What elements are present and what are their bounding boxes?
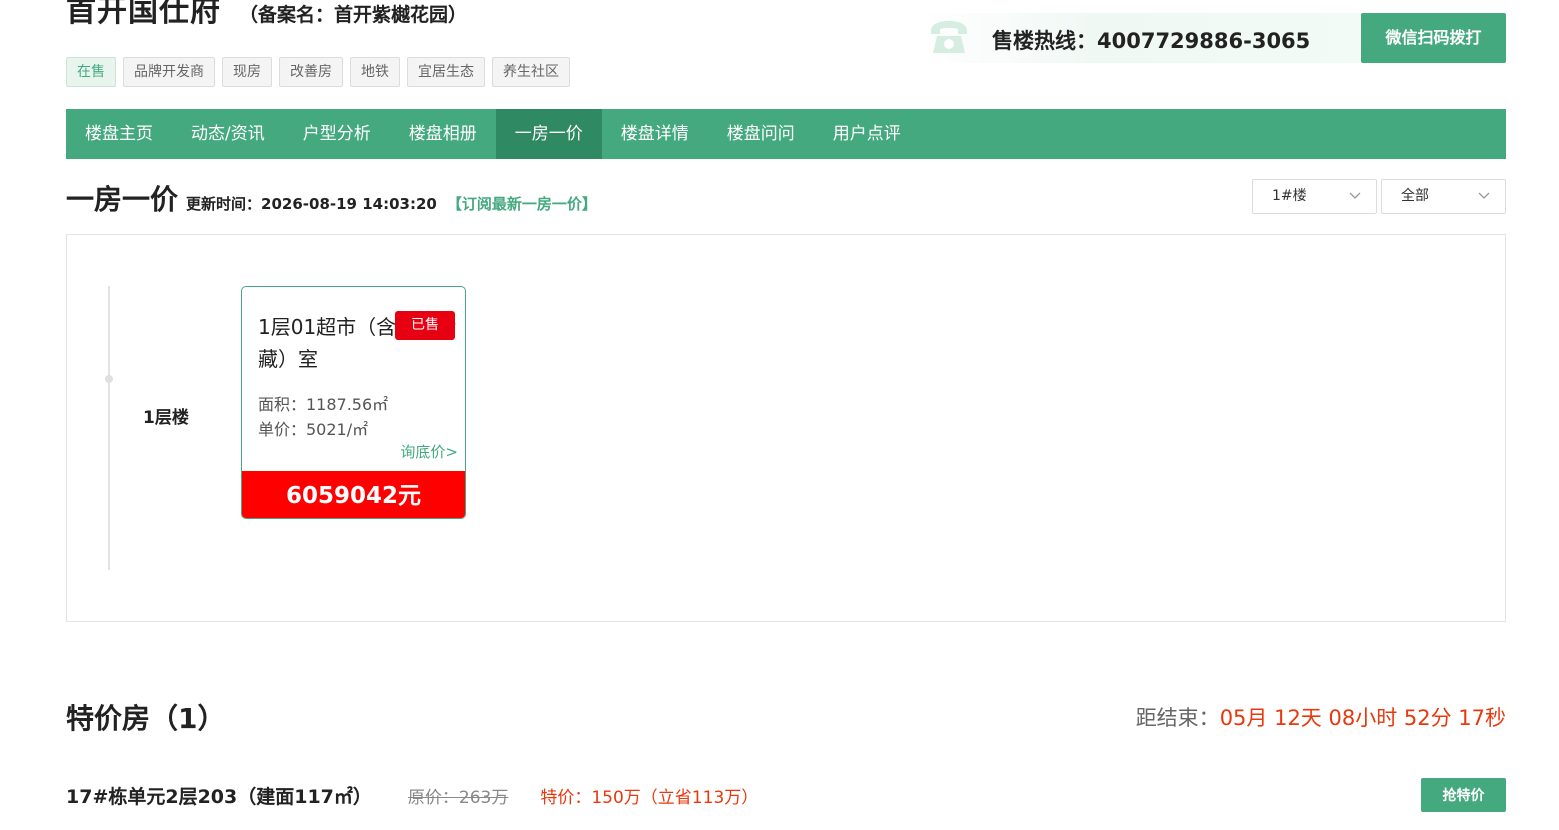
tab-reviews[interactable]: 用户点评 bbox=[814, 109, 920, 159]
grab-special-button[interactable]: 抢特价 bbox=[1421, 778, 1506, 812]
wechat-dial-button[interactable]: 微信扫码拨打 bbox=[1361, 13, 1506, 63]
room-card[interactable]: 1层01超市（含间、储藏）室 已售 面积：1187.56㎡ 单价：5021/㎡ … bbox=[241, 286, 466, 519]
subscribe-link[interactable]: 【订阅最新一房一价】 bbox=[447, 193, 597, 214]
hotline-text: 售楼热线：4007729886-3065 bbox=[992, 25, 1310, 55]
type-select-value: 全部 bbox=[1401, 188, 1429, 204]
type-select[interactable]: 全部 bbox=[1381, 179, 1506, 214]
tag-wellness-community: 养生社区 bbox=[492, 57, 570, 87]
status-badge: 已售 bbox=[395, 311, 455, 340]
countdown: 距结束：05月 12天 08小时 52分 17秒 bbox=[1136, 702, 1506, 732]
record-name: （备案名：首开紫樾花园） bbox=[239, 4, 468, 26]
tab-news[interactable]: 动态/资讯 bbox=[172, 109, 284, 159]
tag-subway: 地铁 bbox=[350, 57, 400, 87]
phone-icon bbox=[931, 21, 967, 53]
tab-qa[interactable]: 楼盘问问 bbox=[708, 109, 814, 159]
project-header: 首开国仕府 （备案名：首开紫樾花园） bbox=[66, 0, 467, 30]
tag-brand-developer: 品牌开发商 bbox=[123, 57, 215, 87]
original-price-label: 原价： bbox=[407, 788, 459, 808]
chevron-down-icon bbox=[1349, 192, 1361, 199]
ask-lowest-price-link[interactable]: 询底价> bbox=[400, 441, 458, 462]
price-section-header: 一房一价 更新时间：2026-08-19 14:03:20 【订阅最新一房一价】 bbox=[66, 178, 597, 218]
project-name: 首开国仕府 bbox=[66, 0, 221, 29]
update-time-value: 2026-08-19 14:03:20 bbox=[261, 195, 437, 213]
update-time-label: 更新时间： bbox=[186, 195, 262, 213]
tag-livable-eco: 宜居生态 bbox=[407, 57, 485, 87]
building-select[interactable]: 1#楼 bbox=[1252, 179, 1377, 214]
special-price: 特价：150万（立省113万） bbox=[540, 788, 759, 808]
tab-details[interactable]: 楼盘详情 bbox=[602, 109, 708, 159]
section-title: 一房一价 bbox=[66, 183, 179, 216]
tag-ready-house: 现房 bbox=[222, 57, 272, 87]
original-price-value: 263万 bbox=[458, 788, 509, 808]
hotline-number: 4007729886-3065 bbox=[1097, 29, 1311, 53]
original-price: 原价：263万 bbox=[408, 783, 508, 808]
tag-list: 在售 品牌开发商 现房 改善房 地铁 宜居生态 养生社区 bbox=[66, 57, 570, 87]
hotline-box: 售楼热线：4007729886-3065 bbox=[920, 13, 1360, 63]
room-total-price: 6059042元 bbox=[242, 471, 465, 518]
price-list-panel: 1层楼 1层01超市（含间、储藏）室 已售 面积：1187.56㎡ 单价：502… bbox=[66, 234, 1506, 622]
tab-price-list[interactable]: 一房一价 bbox=[495, 109, 602, 159]
floor-label: 1层楼 bbox=[143, 408, 189, 428]
main-nav: 楼盘主页 动态/资讯 户型分析 楼盘相册 一房一价 楼盘详情 楼盘问问 用户点评 bbox=[66, 109, 1506, 159]
tab-album[interactable]: 楼盘相册 bbox=[390, 109, 496, 159]
floor-timeline-line bbox=[108, 286, 110, 570]
floor-timeline-dot bbox=[105, 375, 113, 383]
special-item-row: 17#栋单元2层203（建面117㎡） 原价：263万 特价：150万（立省11… bbox=[66, 782, 758, 809]
chevron-down-icon bbox=[1478, 192, 1490, 199]
update-time: 更新时间：2026-08-19 14:03:20 bbox=[186, 193, 437, 214]
tab-floor-plans[interactable]: 户型分析 bbox=[284, 109, 390, 159]
special-section-title: 特价房（1） bbox=[66, 702, 226, 735]
tab-home[interactable]: 楼盘主页 bbox=[66, 109, 172, 159]
room-unit-price: 单价：5021/㎡ bbox=[258, 420, 369, 439]
countdown-value: 05月 12天 08小时 52分 17秒 bbox=[1219, 706, 1506, 730]
tag-upgrade-house: 改善房 bbox=[279, 57, 343, 87]
countdown-label: 距结束： bbox=[1135, 706, 1220, 730]
room-area: 面积：1187.56㎡ bbox=[258, 395, 389, 414]
tag-on-sale: 在售 bbox=[66, 57, 116, 87]
building-select-value: 1#楼 bbox=[1272, 188, 1307, 204]
special-unit-name: 17#栋单元2层203（建面117㎡） bbox=[66, 786, 372, 808]
hotline-label: 售楼热线： bbox=[992, 29, 1097, 53]
